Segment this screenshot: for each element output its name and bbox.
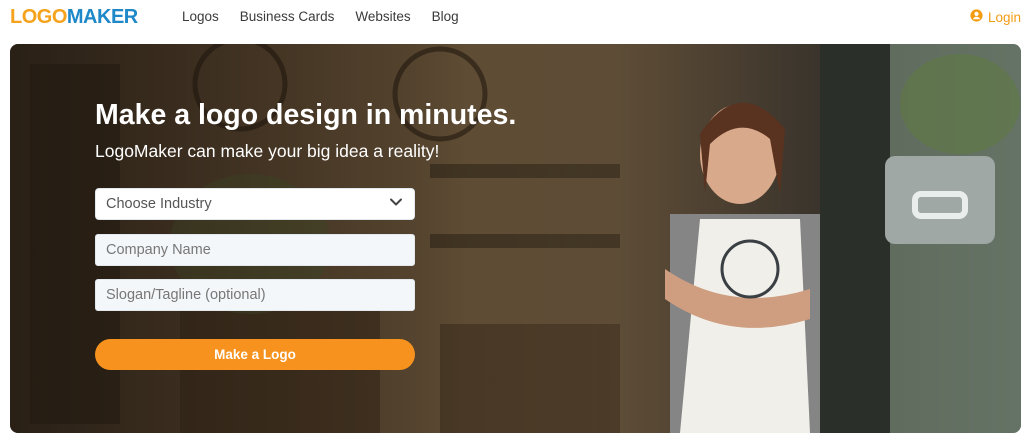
chevron-down-icon — [388, 194, 404, 214]
nav-link-logos[interactable]: Logos — [182, 9, 219, 25]
nav-link-business-cards[interactable]: Business Cards — [240, 9, 335, 25]
hero-title: Make a logo design in minutes. — [95, 99, 517, 131]
nav-link-websites[interactable]: Websites — [355, 9, 410, 25]
industry-select-value: Choose Industry — [106, 196, 212, 212]
nav-link-blog[interactable]: Blog — [432, 9, 459, 25]
hero-subtitle: LogoMaker can make your big idea a reali… — [95, 141, 440, 161]
hero-banner: Make a logo design in minutes. LogoMaker… — [10, 44, 1021, 433]
industry-select[interactable]: Choose Industry — [95, 188, 415, 220]
company-name-input[interactable]: Company Name — [95, 234, 415, 266]
nav-links: Logos Business Cards Websites Blog — [182, 9, 480, 25]
logo-text-maker: MAKER — [66, 6, 138, 28]
make-a-logo-button[interactable]: Make a Logo — [95, 339, 415, 370]
logomaker-logo[interactable]: LOGOMAKER — [10, 7, 138, 27]
user-icon — [970, 9, 983, 25]
login-label: Login — [987, 9, 1021, 25]
login-link[interactable]: Login — [970, 9, 1021, 25]
top-navigation: LOGOMAKER Logos Business Cards Websites … — [0, 0, 1024, 36]
slogan-input[interactable]: Slogan/Tagline (optional) — [95, 279, 415, 311]
logo-text-logo: LOGO — [10, 6, 67, 28]
